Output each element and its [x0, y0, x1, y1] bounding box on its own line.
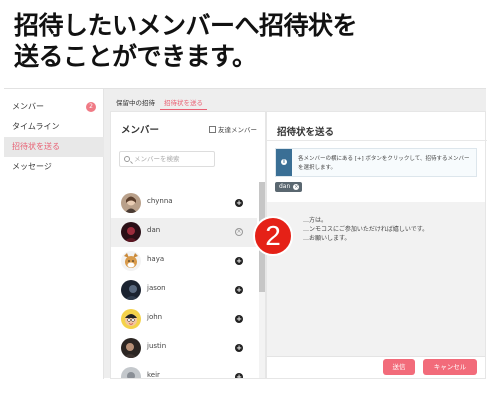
- member-name: john: [147, 313, 163, 321]
- member-panel-title: メンバー: [121, 125, 160, 136]
- info-text: 各メンバーの横にある [+] ボタンをクリックして、招待するメンバーを選択します…: [298, 156, 470, 171]
- member-row-chynna[interactable]: chynna +: [111, 189, 257, 218]
- message-text: …方は。 …ンモコスにご参加いただければ嬉しいです。 …お願いします。: [303, 217, 429, 242]
- avatar: [121, 280, 141, 300]
- tab-send-invite[interactable]: 招待状を送る: [160, 97, 207, 110]
- invite-panel: 招待状を送る i 各メンバーの横にある [+] ボタンをクリックして、招待するメ…: [266, 111, 487, 379]
- add-member-icon[interactable]: +: [235, 286, 243, 294]
- member-row-john[interactable]: john +: [111, 305, 257, 334]
- sidebar-item-label: メンバー: [12, 102, 44, 111]
- add-member-icon[interactable]: +: [235, 199, 243, 207]
- avatar: [121, 193, 141, 213]
- avatar: [121, 251, 141, 271]
- member-name: haya: [147, 255, 165, 263]
- member-search-input[interactable]: メンバーを検索: [119, 151, 215, 167]
- info-icon-bar: i: [276, 149, 292, 176]
- member-name: dan: [147, 226, 161, 234]
- sidebar-item-messages[interactable]: メッセージ: [4, 157, 104, 177]
- instruction-caption: 招待したいメンバーへ招待状を 送ることができます。: [14, 10, 484, 72]
- sidebar-item-label: 招待状を送る: [12, 142, 60, 151]
- members-count-badge: 2: [86, 102, 96, 112]
- member-list: chynna + dan × haya + jason + john + jus…: [111, 189, 257, 379]
- step-number-badge: 2: [253, 216, 293, 256]
- divider: [267, 140, 487, 141]
- avatar: [121, 338, 141, 358]
- member-name: chynna: [147, 197, 173, 205]
- caption-line-2: 送ることができます。: [14, 42, 257, 71]
- avatar: [121, 367, 141, 378]
- sidebar-item-label: タイムライン: [12, 122, 60, 131]
- info-icon: i: [281, 159, 287, 165]
- remove-member-icon[interactable]: ×: [235, 228, 243, 236]
- divider: [267, 356, 485, 357]
- friends-filter-label: 友達メンバー: [218, 126, 257, 134]
- sidebar-item-send-invite[interactable]: 招待状を送る: [4, 137, 104, 157]
- tag-label: dan: [279, 183, 291, 190]
- cancel-button[interactable]: キャンセル: [423, 359, 477, 375]
- add-member-icon[interactable]: +: [235, 257, 243, 265]
- member-name: justin: [147, 342, 167, 350]
- add-member-icon[interactable]: +: [235, 373, 243, 378]
- member-row-justin[interactable]: justin +: [111, 334, 257, 363]
- send-button[interactable]: 送信: [383, 359, 415, 375]
- friends-checkbox[interactable]: [209, 125, 216, 133]
- avatar: [121, 222, 141, 242]
- member-name: keir: [147, 371, 160, 379]
- member-row-jason[interactable]: jason +: [111, 276, 257, 305]
- sidebar-item-timeline[interactable]: タイムライン: [4, 117, 104, 137]
- search-placeholder: メンバーを検索: [134, 155, 180, 163]
- member-list-scrollbar[interactable]: [259, 182, 265, 378]
- member-name: jason: [147, 284, 166, 292]
- tag-remove-icon[interactable]: ×: [293, 184, 300, 190]
- search-icon: [124, 156, 130, 162]
- info-alert: i 各メンバーの横にある [+] ボタンをクリックして、招待するメンバーを選択し…: [275, 148, 477, 177]
- tab-pending-invites[interactable]: 保留中の招待: [116, 97, 155, 109]
- selected-member-tag[interactable]: dan ×: [275, 182, 303, 192]
- avatar: [121, 309, 141, 329]
- member-panel: メンバー 友達メンバー メンバーを検索 chynna + dan × haya …: [110, 111, 266, 379]
- caption-line-1: 招待したいメンバーへ招待状を: [14, 11, 358, 40]
- friends-filter[interactable]: 友達メンバー: [209, 124, 257, 134]
- message-textarea[interactable]: …方は。 …ンモコスにご参加いただければ嬉しいです。 …お願いします。: [267, 202, 485, 356]
- app-window: メンバー 2 タイムライン 招待状を送る メッセージ 保留中の招待 招待状を送る…: [4, 88, 487, 379]
- sidebar: メンバー 2 タイムライン 招待状を送る メッセージ: [4, 89, 104, 379]
- sidebar-item-members[interactable]: メンバー 2: [4, 97, 104, 117]
- sidebar-item-label: メッセージ: [12, 162, 52, 171]
- member-row-haya[interactable]: haya +: [111, 247, 257, 276]
- member-row-keir[interactable]: keir +: [111, 363, 257, 379]
- add-member-icon[interactable]: +: [235, 344, 243, 352]
- invite-panel-title: 招待状を送る: [277, 127, 335, 138]
- member-row-dan[interactable]: dan ×: [111, 218, 257, 247]
- add-member-icon[interactable]: +: [235, 315, 243, 323]
